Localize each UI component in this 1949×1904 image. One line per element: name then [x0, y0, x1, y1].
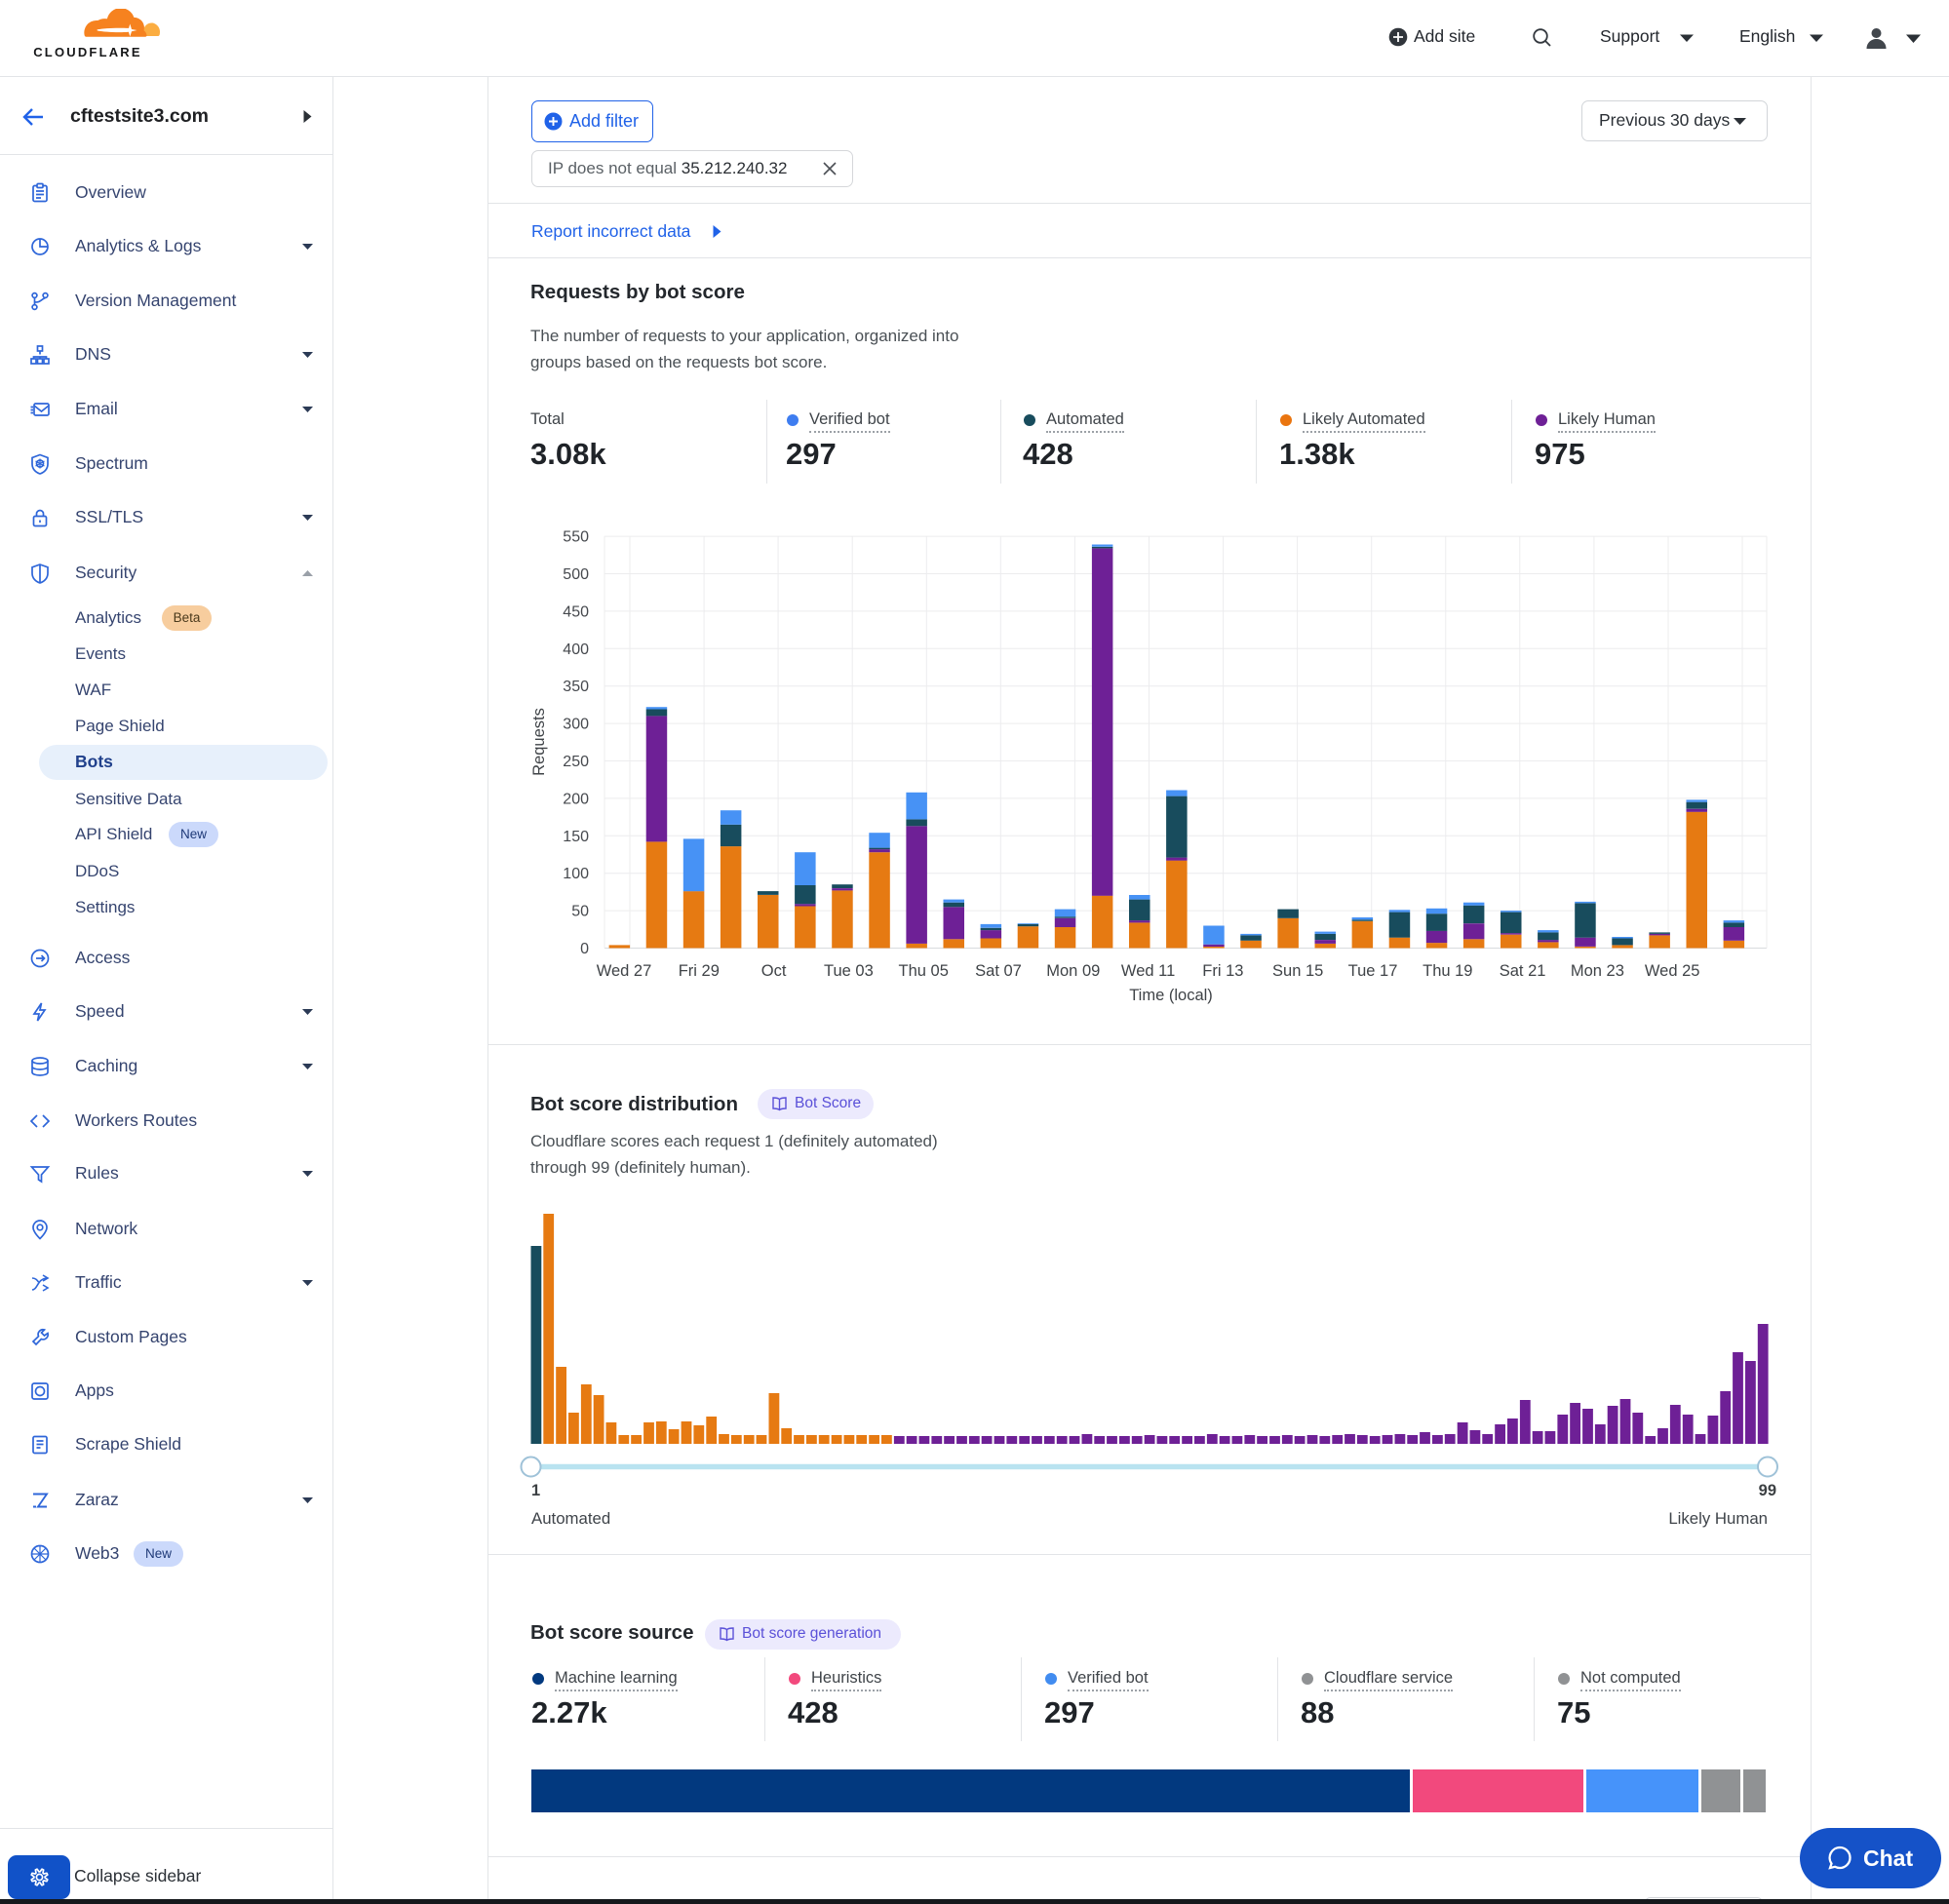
svg-text:Sun 15: Sun 15 [1272, 962, 1323, 980]
svg-text:Mon 23: Mon 23 [1571, 962, 1624, 980]
svg-text:200: 200 [563, 791, 589, 807]
svg-text:Thu 05: Thu 05 [899, 962, 949, 980]
svg-text:Likely Human: Likely Human [1668, 1509, 1768, 1528]
svg-text:50: 50 [571, 904, 589, 920]
svg-text:Requests: Requests [530, 708, 548, 776]
svg-text:550: 550 [563, 529, 589, 546]
svg-text:Mon 09: Mon 09 [1046, 962, 1100, 980]
svg-text:Tue 17: Tue 17 [1348, 962, 1398, 980]
svg-text:500: 500 [563, 566, 589, 583]
svg-text:0: 0 [580, 941, 589, 957]
svg-text:99: 99 [1759, 1482, 1776, 1499]
svg-text:350: 350 [563, 679, 589, 695]
svg-text:250: 250 [563, 754, 589, 770]
svg-text:Time (local): Time (local) [1129, 987, 1213, 1004]
svg-text:Wed 11: Wed 11 [1121, 962, 1175, 980]
svg-text:400: 400 [563, 641, 589, 658]
svg-text:100: 100 [563, 866, 589, 882]
svg-text:Thu 19: Thu 19 [1423, 962, 1472, 980]
svg-text:450: 450 [563, 603, 589, 620]
svg-text:Sat 21: Sat 21 [1500, 962, 1546, 980]
svg-text:1: 1 [531, 1482, 540, 1499]
svg-text:Automated: Automated [531, 1509, 610, 1528]
svg-text:Oct: Oct [761, 962, 787, 980]
svg-text:Fri 13: Fri 13 [1202, 962, 1243, 980]
svg-text:300: 300 [563, 717, 589, 733]
svg-text:Wed 25: Wed 25 [1645, 962, 1700, 980]
svg-text:150: 150 [563, 829, 589, 845]
svg-text:Fri 29: Fri 29 [679, 962, 720, 980]
svg-text:Tue 03: Tue 03 [824, 962, 874, 980]
svg-text:Sat 07: Sat 07 [975, 962, 1022, 980]
svg-text:Wed 27: Wed 27 [597, 962, 652, 980]
